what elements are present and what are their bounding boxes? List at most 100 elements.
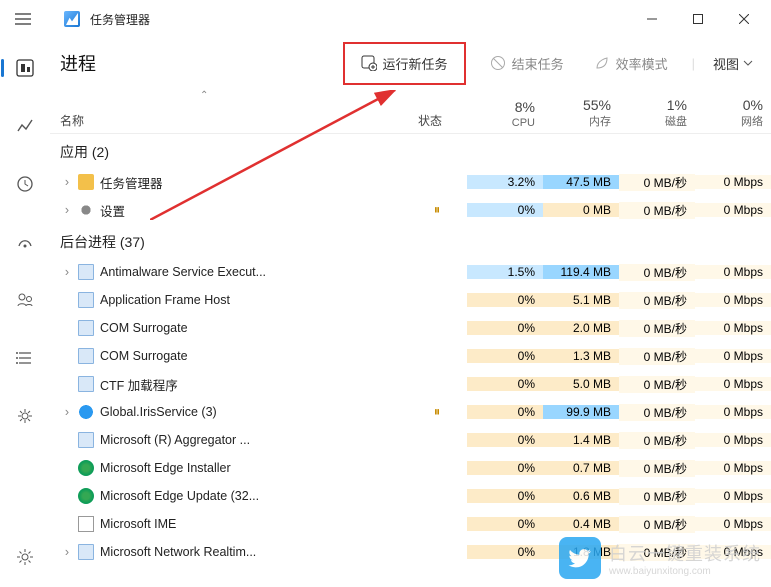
nav-details[interactable] — [7, 340, 43, 376]
nav-services[interactable] — [7, 398, 43, 434]
process-name: Microsoft Edge Installer — [100, 461, 407, 475]
cell: 0 Mbps — [695, 517, 771, 531]
process-name: Microsoft (R) Aggregator ... — [100, 433, 407, 447]
process-row[interactable]: Microsoft (R) Aggregator ... 0%1.4 MB0 M… — [50, 426, 771, 454]
col-status[interactable]: 状态 — [393, 112, 467, 129]
view-dropdown[interactable]: 视图 — [713, 54, 753, 73]
process-status: ⏸ — [407, 404, 467, 420]
cell: 99.9 MB — [543, 405, 619, 419]
nav-startup[interactable] — [7, 224, 43, 260]
process-row[interactable]: › 设置 ⏸ 0%0 MB0 MB/秒0 Mbps — [50, 196, 771, 224]
hamburger-menu[interactable] — [4, 0, 42, 38]
expand-icon[interactable]: › — [60, 265, 74, 279]
col-name[interactable]: 名称 — [60, 112, 393, 129]
expand-icon[interactable]: › — [60, 545, 74, 559]
group-bg: 后台进程 (37) — [50, 224, 771, 258]
end-task-label: 结束任务 — [512, 54, 564, 73]
nav-settings[interactable] — [7, 539, 43, 575]
cell: 0% — [467, 489, 543, 503]
cell: 0 Mbps — [695, 203, 771, 217]
cell: 0 MB/秒 — [619, 432, 695, 449]
process-icon — [78, 488, 94, 504]
process-name: Application Frame Host — [100, 293, 407, 307]
process-row[interactable]: COM Surrogate 0%1.3 MB0 MB/秒0 Mbps — [50, 342, 771, 370]
cell: 3.2% — [467, 175, 543, 189]
cell: 0 Mbps — [695, 377, 771, 391]
cell: 0 MB/秒 — [619, 174, 695, 191]
efficiency-button[interactable]: 效率模式 — [588, 50, 674, 77]
nav-users[interactable] — [7, 282, 43, 318]
cell: 0 MB/秒 — [619, 202, 695, 219]
action-separator: | — [692, 56, 695, 71]
cell: 5.0 MB — [543, 377, 619, 391]
nav-processes[interactable] — [7, 50, 43, 86]
nav-history[interactable] — [7, 166, 43, 202]
process-row[interactable]: Application Frame Host 0%5.1 MB0 MB/秒0 M… — [50, 286, 771, 314]
process-row[interactable]: Microsoft IME 0%0.4 MB0 MB/秒0 Mbps — [50, 510, 771, 538]
cell: 5.1 MB — [543, 293, 619, 307]
nav-performance[interactable] — [7, 108, 43, 144]
run-new-task-button[interactable]: 运行新任务 — [355, 50, 454, 77]
cell: 0% — [467, 293, 543, 307]
maximize-button[interactable] — [675, 3, 721, 35]
cell: 0 MB/秒 — [619, 348, 695, 365]
expand-icon[interactable]: › — [60, 175, 74, 189]
process-name: Microsoft IME — [100, 517, 407, 531]
cell: 0 MB/秒 — [619, 264, 695, 281]
process-icon — [78, 320, 94, 336]
process-row[interactable]: › 任务管理器 3.2%47.5 MB0 MB/秒0 Mbps — [50, 168, 771, 196]
minimize-button[interactable] — [629, 3, 675, 35]
group-apps: 应用 (2) — [50, 134, 771, 168]
process-name: 任务管理器 — [100, 173, 407, 192]
process-row[interactable]: Microsoft Edge Update (32... 0%0.6 MB0 M… — [50, 482, 771, 510]
process-icon — [78, 348, 94, 364]
app-icon — [64, 11, 80, 27]
table-header[interactable]: ⌃ 名称 状态 8%CPU 55%内存 1%磁盘 0%网络 — [50, 88, 771, 134]
cell: 0% — [467, 433, 543, 447]
cell: 0% — [467, 377, 543, 391]
process-name: Global.IrisService (3) — [100, 405, 407, 419]
process-name: Microsoft Edge Update (32... — [100, 489, 407, 503]
watermark: 白云一键重装系统 www.baiyunxitong.com — [559, 537, 761, 579]
run-task-icon — [361, 55, 377, 71]
process-icon — [78, 404, 94, 420]
leaf-icon — [594, 55, 610, 71]
process-icon — [78, 292, 94, 308]
col-disk[interactable]: 1%磁盘 — [619, 97, 695, 129]
cell: 0 MB/秒 — [619, 292, 695, 309]
expand-icon[interactable]: › — [60, 405, 74, 419]
cell: 0 Mbps — [695, 489, 771, 503]
process-row[interactable]: Microsoft Edge Installer 0%0.7 MB0 MB/秒0… — [50, 454, 771, 482]
watermark-url: www.baiyunxitong.com — [609, 566, 761, 577]
cell: 0% — [467, 461, 543, 475]
end-task-button[interactable]: 结束任务 — [484, 50, 570, 77]
window-title: 任务管理器 — [90, 11, 150, 28]
view-label: 视图 — [713, 54, 739, 73]
process-icon — [78, 202, 94, 218]
process-row[interactable]: › Antimalware Service Execut... 1.5%119.… — [50, 258, 771, 286]
process-row[interactable]: › Global.IrisService (3) ⏸ 0%99.9 MB0 MB… — [50, 398, 771, 426]
close-button[interactable] — [721, 3, 767, 35]
cell: 0% — [467, 517, 543, 531]
cell: 0.4 MB — [543, 517, 619, 531]
cell: 0 Mbps — [695, 405, 771, 419]
cell: 0 MB/秒 — [619, 516, 695, 533]
col-cpu[interactable]: 8%CPU — [467, 99, 543, 129]
process-name: COM Surrogate — [100, 349, 407, 363]
sort-indicator: ⌃ — [200, 90, 208, 101]
process-icon — [78, 432, 94, 448]
col-mem[interactable]: 55%内存 — [543, 97, 619, 129]
run-task-label: 运行新任务 — [383, 54, 448, 73]
cell: 1.4 MB — [543, 433, 619, 447]
page-title: 进程 — [60, 50, 96, 76]
process-row[interactable]: COM Surrogate 0%2.0 MB0 MB/秒0 Mbps — [50, 314, 771, 342]
cell: 0% — [467, 349, 543, 363]
process-icon — [78, 264, 94, 280]
process-status: ⏸ — [407, 202, 467, 218]
cell: 0 Mbps — [695, 293, 771, 307]
cell: 47.5 MB — [543, 175, 619, 189]
expand-icon[interactable]: › — [60, 203, 74, 217]
cell: 0% — [467, 321, 543, 335]
col-net[interactable]: 0%网络 — [695, 97, 771, 129]
process-row[interactable]: CTF 加载程序 0%5.0 MB0 MB/秒0 Mbps — [50, 370, 771, 398]
